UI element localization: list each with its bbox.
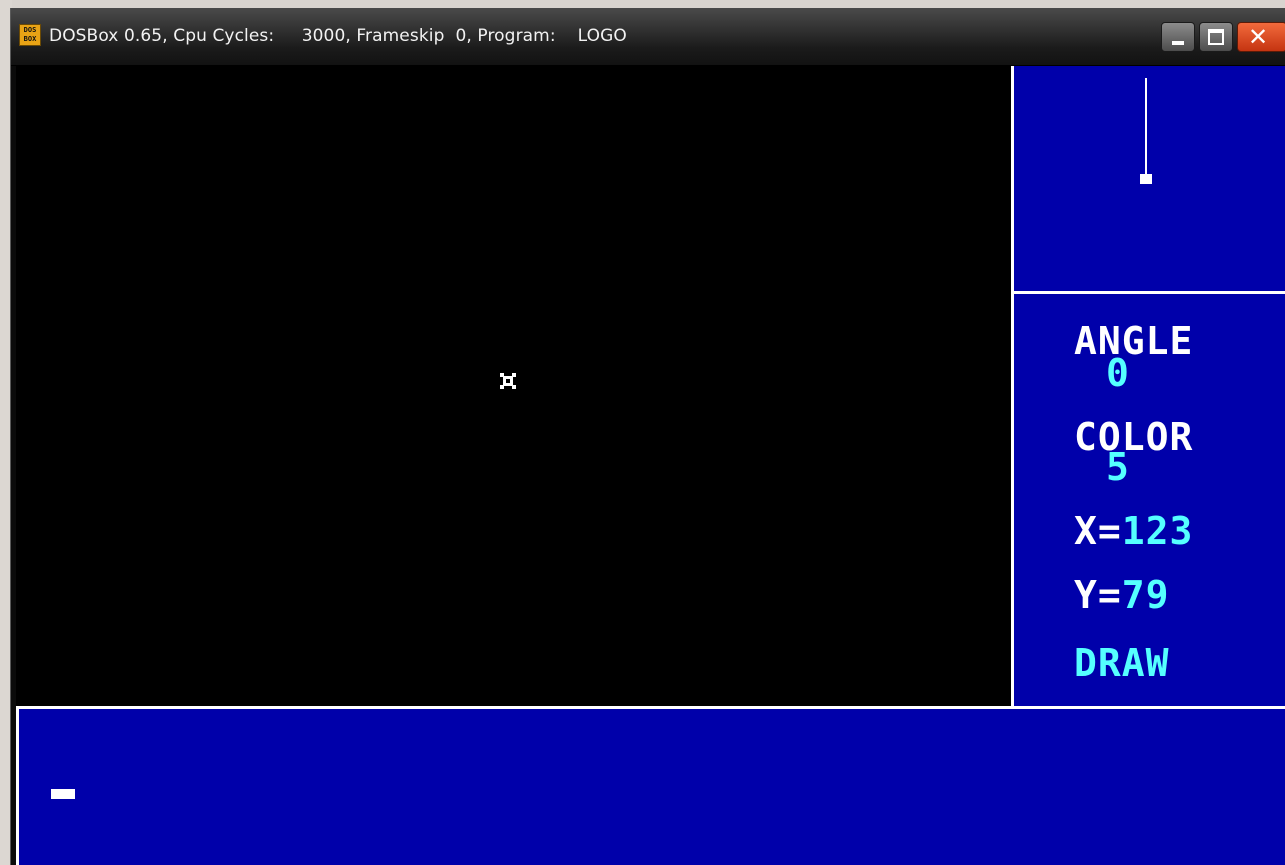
x-value: 123 <box>1121 509 1194 553</box>
minimize-icon <box>1172 41 1184 45</box>
y-coordinate: Y=79 <box>1074 576 1170 614</box>
x-coordinate: X=123 <box>1074 512 1193 550</box>
turtle-cursor-icon <box>500 373 516 389</box>
x-label: X= <box>1074 509 1122 553</box>
heading-needle-icon <box>1145 78 1147 178</box>
maximize-icon <box>1208 29 1224 45</box>
y-value: 79 <box>1121 573 1170 617</box>
angle-label: ANGLE <box>1074 319 1194 363</box>
logo-graphics-canvas[interactable] <box>16 66 1008 706</box>
dos-screen[interactable]: ANGLE 0 COLOR 5 X=123 Y=79 DRAW <box>16 66 1285 865</box>
text-cursor <box>51 789 75 799</box>
heading-pivot-icon <box>1140 174 1152 184</box>
close-icon: ✕ <box>1248 23 1269 51</box>
dosbox-app-icon[interactable]: DOS BOX <box>19 24 41 46</box>
command-input-panel[interactable] <box>16 706 1285 865</box>
turtle-status-panel: ANGLE 0 COLOR 5 X=123 Y=79 DRAW <box>1011 294 1285 706</box>
dosbox-window: DOS BOX DOSBox 0.65, Cpu Cycles: 3000, Fr… <box>10 8 1285 865</box>
minimize-button[interactable] <box>1161 22 1195 52</box>
color-value: 5 <box>1106 445 1130 489</box>
maximize-button[interactable] <box>1199 22 1233 52</box>
window-title: DOSBox 0.65, Cpu Cycles: 3000, Frameskip… <box>49 26 627 46</box>
pen-mode: DRAW <box>1074 641 1170 685</box>
heading-compass-panel <box>1011 66 1285 294</box>
angle-value: 0 <box>1106 351 1130 395</box>
title-bar[interactable]: DOS BOX DOSBox 0.65, Cpu Cycles: 3000, Fr… <box>11 8 1285 66</box>
color-label: COLOR <box>1074 415 1194 459</box>
close-button[interactable]: ✕ <box>1237 22 1285 52</box>
y-label: Y= <box>1074 573 1122 617</box>
